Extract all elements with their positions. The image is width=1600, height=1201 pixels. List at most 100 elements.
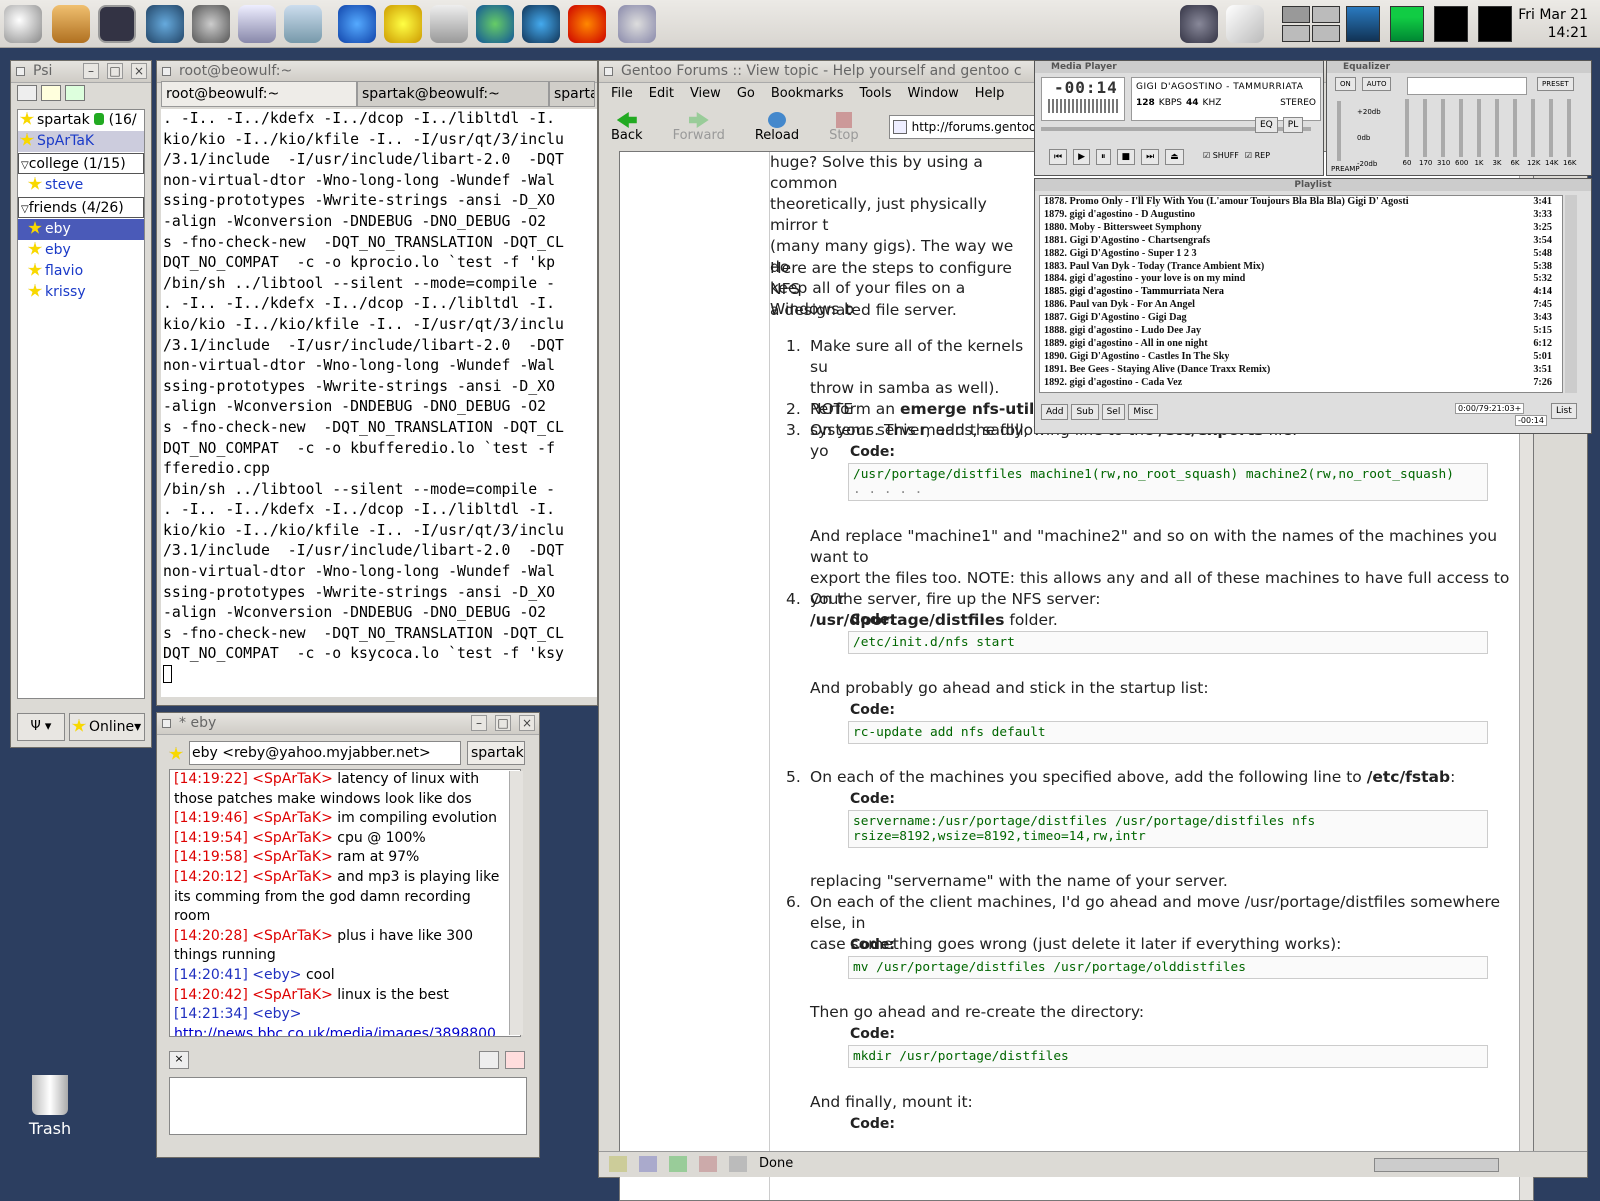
maximize-icon[interactable]: □ [495, 715, 511, 731]
reload-button[interactable]: Reload [755, 112, 799, 143]
show-offline-icon[interactable] [65, 85, 85, 101]
pause-icon[interactable]: ⏸ [1096, 149, 1111, 165]
menu-bookmarks[interactable]: Bookmarks [771, 83, 844, 105]
workspace-1[interactable] [1282, 6, 1310, 23]
status-selector[interactable]: Online▾ [69, 713, 145, 741]
browser-globe-icon[interactable] [522, 5, 560, 43]
eq-slider[interactable] [1441, 99, 1445, 157]
playlist-row[interactable]: 1890. Gigi D'Agostino - Castles In The S… [1040, 351, 1562, 364]
psi-menu-button[interactable]: Ψ ▾ [17, 713, 65, 741]
eq-slider[interactable] [1405, 99, 1409, 157]
eq-preset-button[interactable]: PRESET [1537, 77, 1574, 91]
message-input[interactable] [169, 1077, 527, 1135]
clear-chat-icon[interactable]: × [169, 1051, 189, 1069]
menu-tools[interactable]: Tools [859, 83, 891, 105]
eq-auto-button[interactable]: AUTO [1361, 77, 1392, 91]
playlist-add-button[interactable]: Add [1041, 404, 1069, 420]
menu-go[interactable]: Go [737, 83, 755, 105]
workspace-2[interactable] [1312, 6, 1340, 23]
fish-icon[interactable] [338, 5, 376, 43]
time-display[interactable]: -00:14 [1041, 77, 1125, 121]
eq-slider[interactable] [1513, 99, 1517, 157]
close-icon[interactable]: × [131, 63, 147, 79]
eq-slider[interactable] [1567, 99, 1571, 157]
playlist-misc-button[interactable]: Misc [1128, 404, 1159, 420]
previous-icon[interactable]: ⏮ [1049, 149, 1068, 165]
window-menu-icon[interactable] [604, 67, 613, 76]
playlist-row[interactable]: 1879. gigi d'agostino - D Augustino 3:33 [1040, 209, 1562, 222]
contact-eby[interactable]: eby [18, 240, 144, 261]
eq-band-12K[interactable]: 12K [1527, 99, 1541, 167]
terminal-tab-spartak[interactable]: spartak@beowulf:~ [357, 81, 549, 107]
clock[interactable]: Fri Mar 21 14:21 [1518, 6, 1588, 42]
playlist-row[interactable]: 1888. gigi d'agostino - Ludo Dee Jay 5:15 [1040, 325, 1562, 338]
eq-slider[interactable] [1459, 99, 1463, 157]
eq-slider[interactable] [1423, 99, 1427, 157]
workspace-4[interactable] [1312, 25, 1340, 42]
play-icon[interactable]: ▶ [1073, 149, 1091, 165]
mail-icon[interactable] [639, 1156, 657, 1172]
playlist-row[interactable]: 1891. Bee Gees - Staying Alive (Dance Tr… [1040, 364, 1562, 377]
eq-band-60[interactable]: 60 [1401, 99, 1413, 167]
playlist-row[interactable]: 1886. Paul van Dyk - For An Angel 7:45 [1040, 299, 1562, 312]
menu-help[interactable]: Help [975, 83, 1005, 105]
minimize-icon[interactable]: – [471, 715, 487, 731]
eq-slider[interactable] [1477, 99, 1481, 157]
psi-titlebar[interactable]: Psi – □ × [11, 61, 151, 83]
playlist-row[interactable]: 1881. Gigi D'Agostino - Chartsengrafs 3:5… [1040, 235, 1562, 248]
menu-window[interactable]: Window [908, 83, 959, 105]
close-icon[interactable]: × [519, 715, 535, 731]
trash-desktop-icon[interactable]: Trash [20, 1075, 80, 1138]
star-toolbar-icon[interactable] [17, 85, 37, 101]
eq-on-button[interactable]: ON [1335, 77, 1356, 91]
playlist-sel-button[interactable]: Sel [1101, 404, 1126, 420]
playlist-row[interactable]: 1892. gigi d'agostino - Cada Vez 7:26 [1040, 377, 1562, 390]
forward-button[interactable]: Forward [673, 112, 725, 143]
playlist-row[interactable]: 1880. Moby - Bittersweet Symphony 3:25 [1040, 222, 1562, 235]
messenger-icon[interactable] [384, 5, 422, 43]
playlist-row[interactable]: 1883. Paul Van Dyk - Today (Trance Ambie… [1040, 261, 1562, 274]
window-menu-icon[interactable] [162, 719, 171, 728]
gnome-foot-menu-icon[interactable] [4, 5, 42, 43]
workspace-3[interactable] [1282, 25, 1310, 42]
menu-edit[interactable]: Edit [649, 83, 674, 105]
eq-band-14K[interactable]: 14K [1545, 99, 1559, 167]
home-folder-icon[interactable] [52, 5, 90, 43]
terminal-launcher-icon[interactable] [98, 5, 136, 43]
window-menu-icon[interactable] [162, 67, 171, 76]
history-icon[interactable] [505, 1051, 525, 1069]
terminal-output[interactable]: . -I.. -I../kdefx -I../dcop -I../libltdl… [161, 109, 597, 697]
eq-band-1K[interactable]: 1K [1473, 99, 1485, 167]
chat-log[interactable]: [14:19:22] <SpArTaK> latency of linux wi… [169, 769, 521, 1037]
notepad-icon[interactable] [1226, 5, 1264, 43]
eq-band-3K[interactable]: 3K [1491, 99, 1503, 167]
chat-icon[interactable] [568, 5, 606, 43]
eq-band-6K[interactable]: 6K [1509, 99, 1521, 167]
playlist-scrollbar[interactable] [1565, 195, 1577, 393]
news-icon[interactable] [430, 5, 468, 43]
add-contact-icon[interactable] [41, 85, 61, 101]
menu-view[interactable]: View [690, 83, 721, 105]
eject-icon[interactable]: ⏏ [1165, 149, 1184, 165]
eq-slider[interactable] [1549, 99, 1553, 157]
minimize-icon[interactable]: – [83, 63, 99, 79]
list-button[interactable]: List [1551, 403, 1577, 419]
playlist-row[interactable]: 1882. Gigi D'Agostino - Super 1 2 3 5:48 [1040, 248, 1562, 261]
volume-icon[interactable] [1180, 5, 1218, 43]
shuffle-toggle[interactable]: ☑ SHUFF [1203, 151, 1239, 160]
composer-icon[interactable] [669, 1156, 687, 1172]
playlist-row[interactable]: 1887. Gigi D'Agostino - Gigi Dag 3:43 [1040, 312, 1562, 325]
contact-flavio[interactable]: flavio [18, 261, 144, 282]
player-title[interactable]: Media Player [1035, 61, 1323, 73]
eq-band-310[interactable]: 310 [1437, 99, 1450, 167]
chat-to-field[interactable]: eby <reby@yahoo.myjabber.net> [189, 741, 461, 765]
contact-spartak[interactable]: SpArTaK [18, 131, 144, 152]
contact-krissy[interactable]: krissy [18, 282, 144, 303]
eq-band-16K[interactable]: 16K [1563, 99, 1577, 167]
preamp-slider[interactable] [1337, 101, 1341, 161]
maximize-icon[interactable]: □ [107, 63, 123, 79]
gimp-icon[interactable] [192, 5, 230, 43]
eq-toggle-button[interactable]: EQ [1255, 117, 1278, 133]
window-menu-icon[interactable] [16, 67, 25, 76]
chatzilla-icon[interactable] [729, 1156, 747, 1172]
